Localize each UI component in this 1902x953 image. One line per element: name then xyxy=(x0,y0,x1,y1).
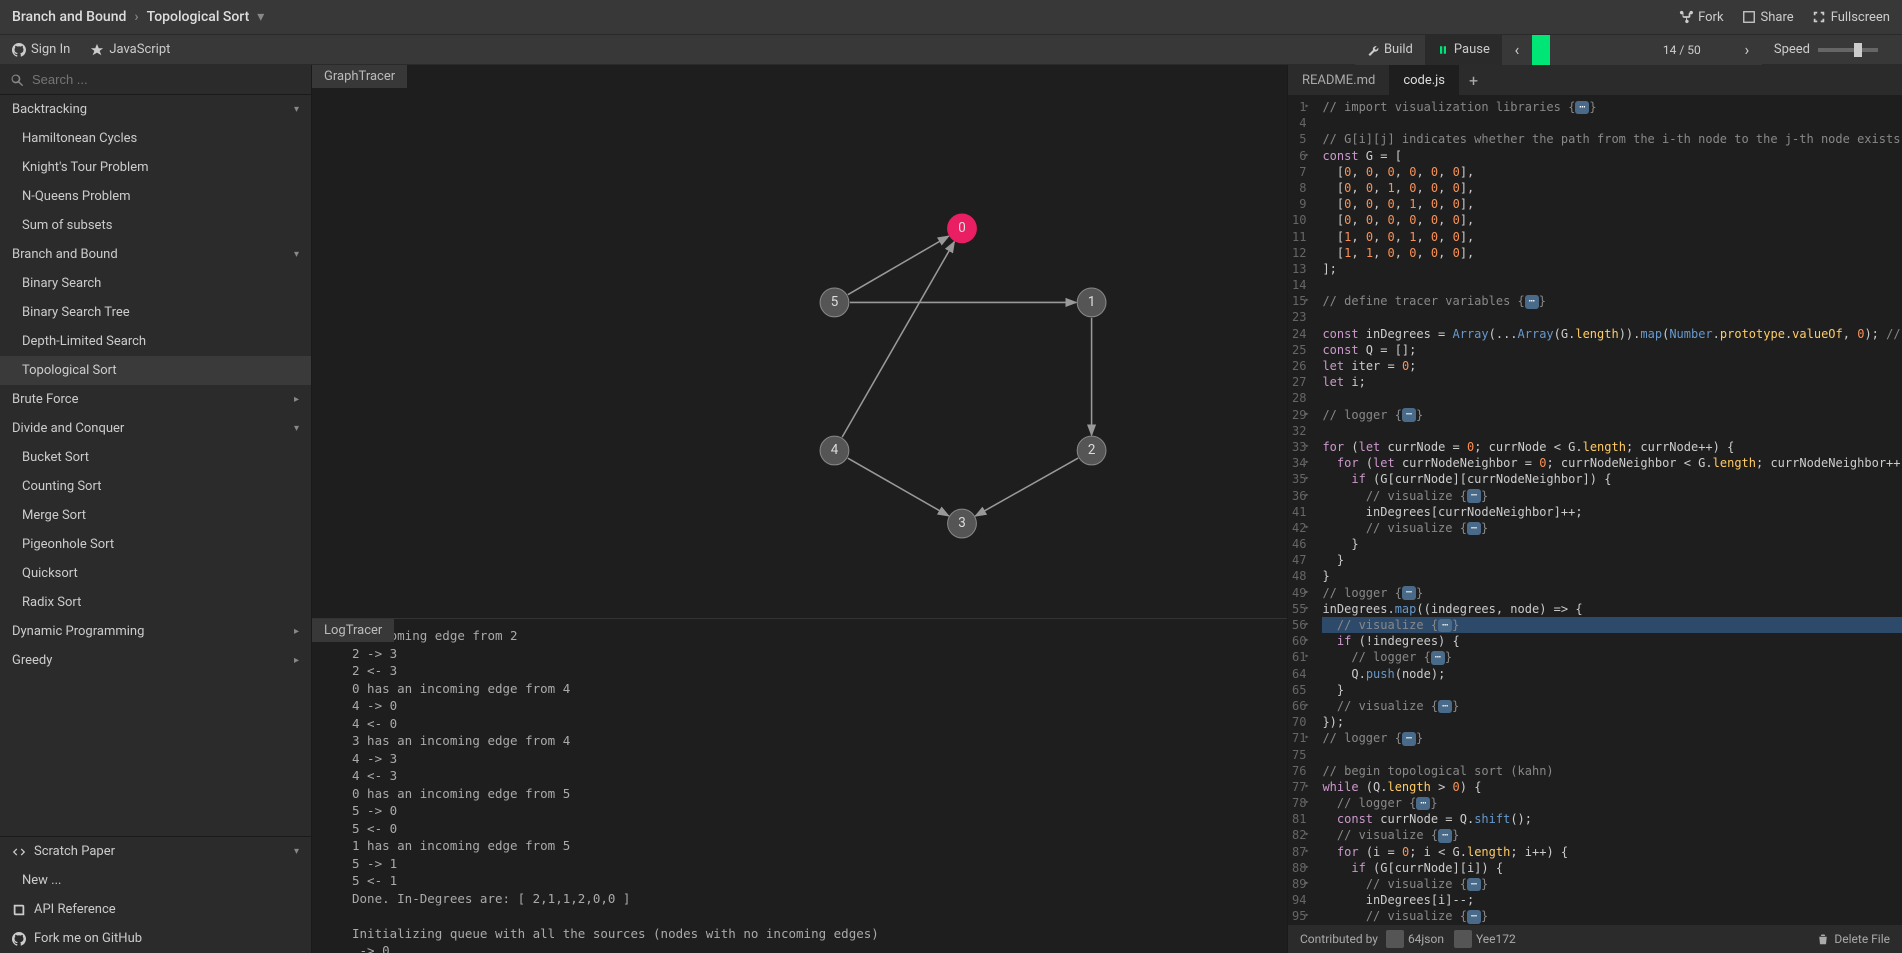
sidebar-item-counting-sort[interactable]: Counting Sort xyxy=(0,472,311,501)
breadcrumb-child: Topological Sort xyxy=(147,9,250,25)
sidebar-item-depth-limited-search[interactable]: Depth-Limited Search xyxy=(0,327,311,356)
sidebar-item-radix-sort[interactable]: Radix Sort xyxy=(0,588,311,617)
next-step-button[interactable]: › xyxy=(1732,35,1762,65)
search-input[interactable] xyxy=(32,72,301,87)
new-scratch-button[interactable]: New ... xyxy=(0,866,311,895)
progress-fill xyxy=(1532,35,1550,65)
svg-text:0: 0 xyxy=(958,221,966,236)
graph-panel-tab: GraphTracer xyxy=(312,65,407,88)
progress-bar[interactable] xyxy=(1532,35,1632,65)
graph-panel[interactable]: GraphTracer 0 1 2 3 4 5 xyxy=(312,65,1287,618)
progress-text: 14 / 50 xyxy=(1663,43,1701,57)
sidebar-item-topological-sort[interactable]: Topological Sort xyxy=(0,356,311,385)
code-editor[interactable]: 1▸456▸789101112131415▸23242526272829▸323… xyxy=(1288,95,1902,925)
pause-icon xyxy=(1437,44,1449,56)
contributed-label: Contributed by xyxy=(1300,932,1378,946)
sidebar-item-binary-search-tree[interactable]: Binary Search Tree xyxy=(0,298,311,327)
speed-slider[interactable] xyxy=(1818,48,1878,52)
sidebar-item-binary-search[interactable]: Binary Search xyxy=(0,269,311,298)
svg-text:1: 1 xyxy=(1088,295,1096,310)
api-reference-button[interactable]: API Reference xyxy=(0,895,311,924)
caret-down-icon: ▾ xyxy=(294,846,299,857)
editor-code[interactable]: // import visualization libraries {⋯}// … xyxy=(1314,95,1902,925)
prev-step-button[interactable]: ‹ xyxy=(1502,35,1532,65)
log-panel[interactable]: LogTracer incoming edge from 2 2 -> 3 2 … xyxy=(312,618,1287,953)
delete-file-button[interactable]: Delete File xyxy=(1817,932,1890,946)
graph-edge xyxy=(842,242,954,437)
language-button[interactable]: JavaScript xyxy=(90,42,170,57)
scratch-paper-button[interactable]: Scratch Paper ▾ xyxy=(0,837,311,866)
caret-down-icon[interactable]: ▾ xyxy=(257,9,264,25)
sidebar-item-knight-s-tour-problem[interactable]: Knight's Tour Problem xyxy=(0,153,311,182)
contributor-64json[interactable]: 64json xyxy=(1386,930,1444,948)
log-panel-tab: LogTracer xyxy=(312,619,394,642)
breadcrumb-parent: Branch and Bound xyxy=(12,9,126,25)
add-tab-button[interactable]: + xyxy=(1459,71,1488,90)
fork-button[interactable]: Fork xyxy=(1679,10,1723,25)
code-icon xyxy=(12,845,26,859)
svg-text:2: 2 xyxy=(1088,443,1096,458)
fork-icon xyxy=(1679,10,1693,24)
caret-icon: ▸ xyxy=(294,394,299,405)
progress-text-box: 14 / 50 xyxy=(1632,35,1732,65)
github-icon xyxy=(12,932,26,946)
avatar xyxy=(1454,930,1472,948)
sidebar-item-divide-and-conquer[interactable]: Divide and Conquer▾ xyxy=(0,414,311,443)
log-content: incoming edge from 2 2 -> 3 2 <- 3 0 has… xyxy=(312,619,1287,953)
editor-gutter: 1▸456▸789101112131415▸23242526272829▸323… xyxy=(1288,95,1314,925)
caret-icon: ▾ xyxy=(294,249,299,260)
book-icon xyxy=(12,903,26,917)
caret-icon: ▸ xyxy=(294,655,299,666)
star-icon xyxy=(90,43,104,57)
search-icon xyxy=(10,73,24,87)
svg-text:5: 5 xyxy=(831,295,839,310)
pause-button[interactable]: Pause xyxy=(1425,35,1502,65)
sidebar-item-quicksort[interactable]: Quicksort xyxy=(0,559,311,588)
signin-button[interactable]: Sign In xyxy=(12,42,70,57)
caret-icon: ▸ xyxy=(294,626,299,637)
chevron-right-icon: › xyxy=(134,9,138,25)
editor-tab-code-js[interactable]: code.js xyxy=(1389,65,1459,95)
share-icon xyxy=(1742,10,1756,24)
sidebar-item-backtracking[interactable]: Backtracking▾ xyxy=(0,95,311,124)
editor-tab-README-md[interactable]: README.md xyxy=(1288,65,1389,95)
sidebar-item-n-queens-problem[interactable]: N-Queens Problem xyxy=(0,182,311,211)
fullscreen-icon xyxy=(1812,10,1826,24)
graph-edge xyxy=(848,458,949,516)
build-button[interactable]: Build xyxy=(1355,35,1425,65)
fork-github-button[interactable]: Fork me on GitHub xyxy=(0,924,311,953)
fullscreen-button[interactable]: Fullscreen xyxy=(1812,10,1890,25)
caret-icon: ▾ xyxy=(294,423,299,434)
editor-tabs: README.mdcode.js+ xyxy=(1288,65,1902,95)
svg-text:4: 4 xyxy=(831,443,839,458)
share-button[interactable]: Share xyxy=(1742,10,1794,25)
sidebar-item-branch-and-bound[interactable]: Branch and Bound▾ xyxy=(0,240,311,269)
breadcrumb[interactable]: Branch and Bound › Topological Sort ▾ xyxy=(12,9,264,25)
svg-text:3: 3 xyxy=(958,516,966,531)
graph-edge xyxy=(975,458,1078,516)
trash-icon xyxy=(1817,933,1829,945)
graph-edge xyxy=(848,236,949,295)
sidebar-item-merge-sort[interactable]: Merge Sort xyxy=(0,501,311,530)
wrench-icon xyxy=(1367,44,1379,56)
sidebar: Backtracking▾Hamiltonean CyclesKnight's … xyxy=(0,65,312,953)
sidebar-item-pigeonhole-sort[interactable]: Pigeonhole Sort xyxy=(0,530,311,559)
avatar xyxy=(1386,930,1404,948)
caret-icon: ▾ xyxy=(294,104,299,115)
contributor-Yee172[interactable]: Yee172 xyxy=(1454,930,1516,948)
sidebar-item-sum-of-subsets[interactable]: Sum of subsets xyxy=(0,211,311,240)
sidebar-item-hamiltonean-cycles[interactable]: Hamiltonean Cycles xyxy=(0,124,311,153)
speed-control[interactable]: Speed xyxy=(1762,42,1890,57)
github-icon xyxy=(12,43,26,57)
sidebar-item-brute-force[interactable]: Brute Force▸ xyxy=(0,385,311,414)
sidebar-item-greedy[interactable]: Greedy▸ xyxy=(0,646,311,675)
sidebar-item-dynamic-programming[interactable]: Dynamic Programming▸ xyxy=(0,617,311,646)
sidebar-item-bucket-sort[interactable]: Bucket Sort xyxy=(0,443,311,472)
